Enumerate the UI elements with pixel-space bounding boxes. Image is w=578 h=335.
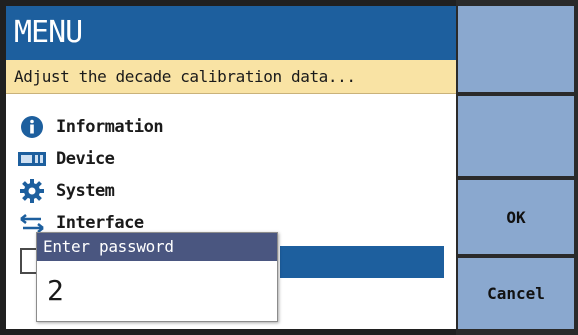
cancel-button[interactable]: Cancel — [458, 258, 574, 329]
password-dialog: Enter password 2 — [36, 232, 278, 322]
menu-item-label: System — [56, 181, 115, 201]
cancel-button-label: Cancel — [487, 284, 545, 303]
info-icon — [18, 114, 46, 140]
menu-item-device[interactable]: Device — [18, 144, 115, 174]
softkey-2[interactable] — [458, 96, 574, 176]
softkey-column: OK Cancel — [456, 0, 578, 335]
device-icon — [18, 146, 46, 172]
password-input[interactable]: 2 — [47, 269, 64, 313]
menu-item-label: Information — [56, 117, 164, 137]
menu-item-system[interactable]: System — [18, 176, 115, 206]
hint-bar: Adjust the decade calibration data... — [6, 60, 456, 94]
softkey-1[interactable] — [458, 6, 574, 92]
device-screen: MENU Adjust the decade calibration data.… — [0, 0, 578, 335]
page-title: MENU — [6, 6, 456, 60]
menu-item-label: Interface — [56, 213, 144, 233]
menu-item-information[interactable]: Information — [18, 112, 164, 142]
selected-row-highlight[interactable] — [280, 246, 444, 278]
ok-button[interactable]: OK — [458, 180, 574, 254]
menu-item-label: Device — [56, 149, 115, 169]
ok-button-label: OK — [506, 207, 526, 227]
gear-icon — [18, 178, 46, 204]
password-dialog-title: Enter password — [37, 233, 277, 261]
